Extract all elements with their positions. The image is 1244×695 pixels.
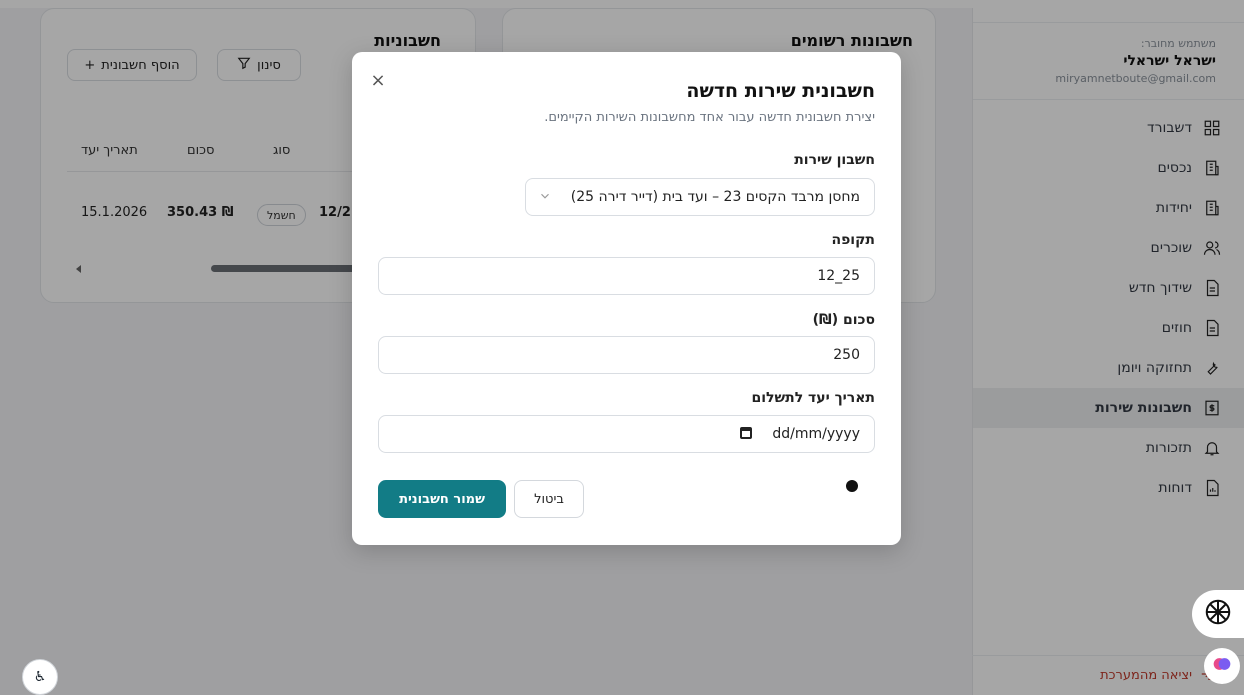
due-date-label: תאריך יעד לתשלום — [751, 390, 876, 406]
account-select[interactable]: מחסן מרבד הקסים 23 – ועד בית (דייר דירה … — [525, 178, 875, 216]
amount-value: 250 — [833, 347, 860, 363]
amount-input[interactable]: 250 — [378, 336, 875, 374]
period-value: 25_12 — [817, 268, 860, 284]
cursor-dot — [846, 480, 858, 492]
period-input[interactable]: 25_12 — [378, 257, 875, 295]
modal-subtitle: יצירת חשבונית חדשה עבור אחד מחשבונות השי… — [544, 110, 875, 125]
new-utility-bill-modal: × חשבונית שירות חדשה יצירת חשבונית חדשה … — [352, 52, 901, 545]
accessibility-button[interactable]: ♿ — [22, 659, 58, 695]
calendar-icon[interactable] — [740, 427, 752, 439]
due-date-input[interactable]: dd/mm/yyyy — [378, 415, 875, 453]
cancel-button[interactable]: ביטול — [514, 480, 584, 518]
save-invoice-button[interactable]: שמור חשבונית — [378, 480, 506, 518]
brain-icon — [1212, 654, 1232, 678]
due-date-placeholder: dd/mm/yyyy — [772, 426, 860, 442]
period-label: תקופה — [831, 232, 875, 248]
close-icon[interactable]: × — [368, 70, 388, 91]
brain-fab[interactable] — [1204, 648, 1240, 684]
assistant-icon — [1203, 597, 1233, 631]
assistant-fab[interactable] — [1192, 590, 1244, 638]
modal-title: חשבונית שירות חדשה — [686, 80, 875, 102]
amount-label: סכום (₪) — [812, 312, 875, 328]
account-select-value: מחסן מרבד הקסים 23 – ועד בית (דייר דירה … — [570, 189, 860, 205]
account-label: חשבון שירות — [794, 152, 875, 168]
chevron-down-icon — [541, 193, 549, 199]
